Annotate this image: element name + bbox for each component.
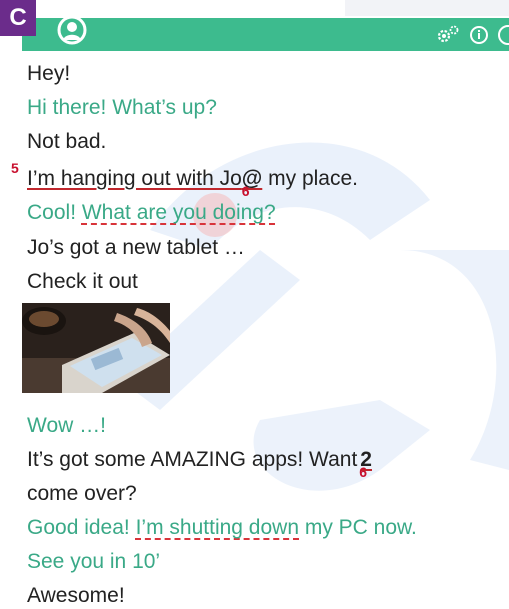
message-outgoing: Wow …!	[27, 414, 106, 437]
message-outgoing: Hi there! What’s up?	[27, 96, 217, 119]
message-text: my place.	[262, 167, 358, 190]
message-outgoing: Good idea! I’m shutting down my PC now.	[27, 515, 417, 541]
message-incoming: Jo’s got a new tablet …	[27, 236, 245, 259]
message-text: It’s got some AMAZING apps! Want	[27, 448, 358, 471]
dashed-underlined-phrase: What are you doing?	[81, 201, 276, 224]
message-incoming: come over?	[27, 482, 137, 505]
message-incoming: Hey!	[27, 62, 71, 85]
message-incoming: I’m hanging out with Jo 6 @ my place.	[27, 166, 358, 199]
chat-thread: Hey! Hi there! What’s up? Not bad. 5 I’m…	[0, 0, 509, 607]
message-text: Good idea!	[27, 516, 136, 539]
tablet-photo[interactable]	[22, 303, 170, 393]
exercise-marker: 6	[359, 464, 368, 480]
message-incoming: Not bad.	[27, 130, 107, 153]
message-outgoing: See you in 10’	[27, 550, 161, 573]
message-outgoing: Cool! What are you doing?	[27, 200, 276, 226]
message-incoming: Awesome!	[27, 584, 125, 607]
message-text: my PC now.	[299, 516, 417, 539]
dashed-underlined-phrase: I’m shutting down	[135, 516, 300, 539]
message-incoming: It’s got some AMAZING apps! Want 6 2	[27, 447, 372, 480]
underlined-phrase: I’m hanging out with Jo	[27, 167, 242, 190]
message-incoming: Check it out	[27, 270, 138, 293]
message-text: Cool!	[27, 201, 82, 224]
exercise-marker: 5	[11, 160, 19, 176]
